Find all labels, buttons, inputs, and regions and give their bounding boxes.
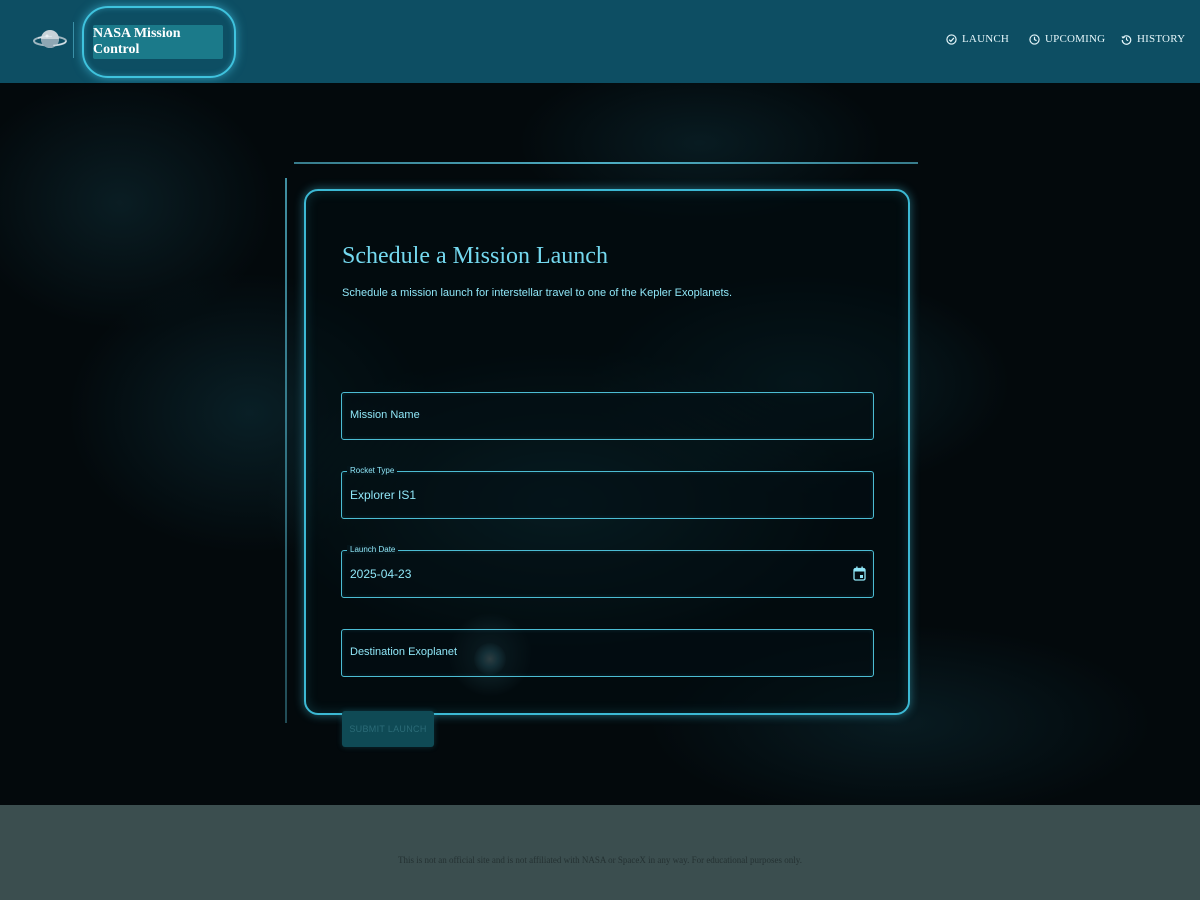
nav-launch[interactable]: LAUNCH (946, 33, 1009, 45)
rocket-type-input[interactable]: Rocket Type Explorer IS1 (341, 466, 874, 519)
logo-divider (73, 22, 74, 58)
mission-name-input[interactable]: Mission Name (341, 392, 874, 440)
destination-exoplanet-select[interactable]: Destination Exoplanet (341, 629, 874, 677)
submit-launch-button[interactable]: SUBMIT LAUNCH (342, 711, 434, 747)
footer-disclaimer: This is not an official site and is not … (398, 855, 802, 865)
frame-line-left (285, 178, 287, 723)
planet-logo-icon[interactable] (33, 26, 67, 54)
form-description: Schedule a mission launch for interstell… (342, 287, 733, 299)
launch-date-value: 2025-04-23 (350, 567, 412, 581)
space-background: Schedule a Mission Launch Schedule a mis… (0, 83, 1200, 805)
history-icon (1121, 34, 1132, 45)
nav-history-label: HISTORY (1137, 33, 1186, 45)
launch-date-label: Launch Date (347, 545, 399, 554)
destination-placeholder: Destination Exoplanet (350, 646, 458, 658)
check-circle-icon (946, 33, 957, 45)
launch-form-card: Schedule a Mission Launch Schedule a mis… (304, 189, 910, 747)
nav-upcoming-label: UPCOMING (1045, 33, 1106, 45)
top-navigation-bar: NASA Mission Control LAUNCH UPCOMING HIS… (0, 0, 1200, 83)
form-title: Schedule a Mission Launch (342, 243, 608, 269)
footer: This is not an official site and is not … (0, 805, 1200, 900)
calendar-icon[interactable] (853, 566, 866, 581)
frame-line-top (294, 162, 918, 164)
nav-history[interactable]: HISTORY (1121, 33, 1185, 45)
nav-launch-label: LAUNCH (962, 33, 1010, 45)
nav-upcoming[interactable]: UPCOMING (1029, 33, 1105, 45)
rocket-type-label: Rocket Type (347, 466, 398, 475)
mission-name-placeholder: Mission Name (350, 409, 420, 421)
brand-title[interactable]: NASA Mission Control (93, 25, 223, 59)
clock-icon (1029, 33, 1040, 45)
launch-date-input[interactable]: Launch Date 2025-04-23 (341, 545, 874, 598)
rocket-type-value: Explorer IS1 (350, 488, 417, 502)
